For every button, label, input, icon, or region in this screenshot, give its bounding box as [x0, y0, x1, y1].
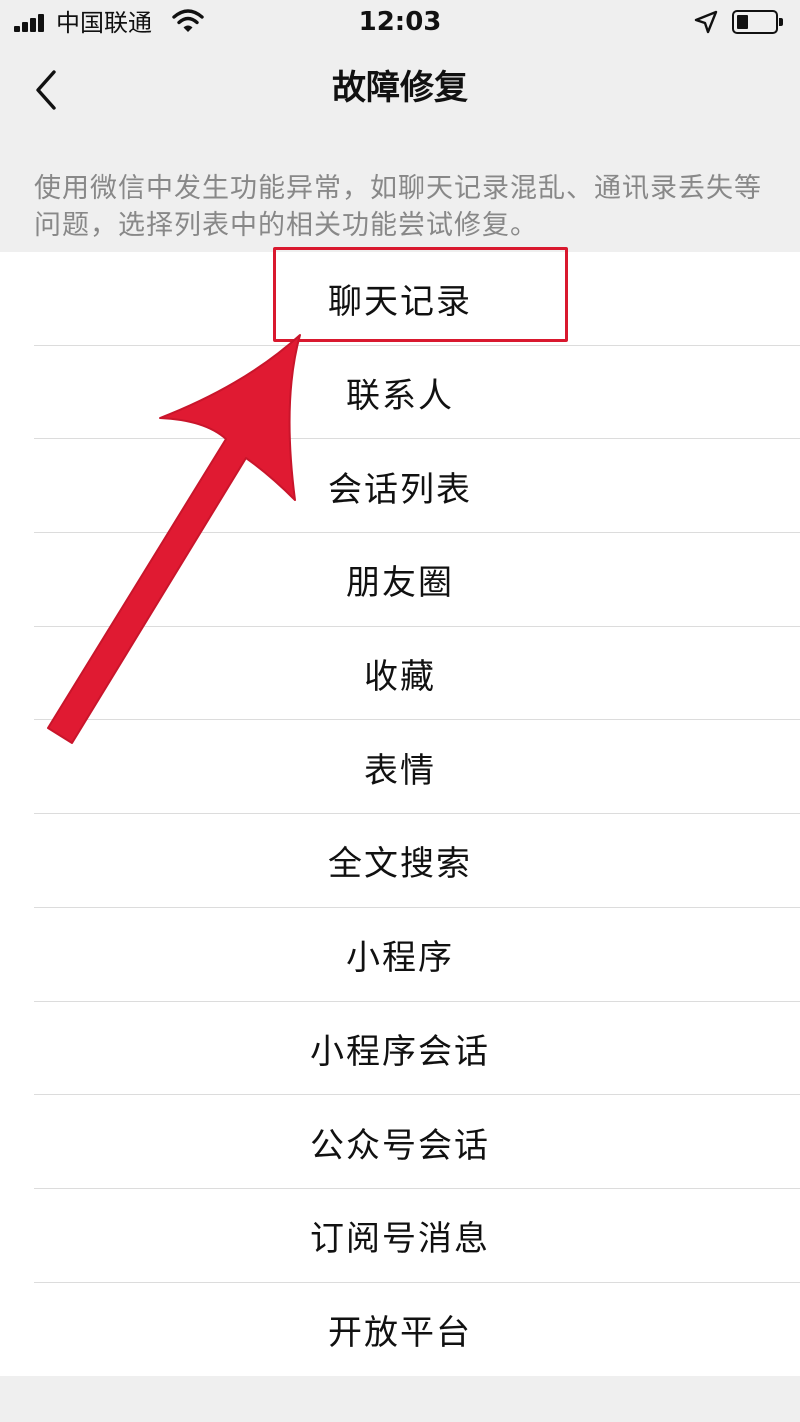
list-item-chat-history[interactable]: 聊天记录: [0, 252, 800, 346]
battery-icon: [732, 10, 783, 34]
repair-options-list: 聊天记录 联系人 会话列表 朋友圈 收藏 表情 全文搜索 小程序 小程序会话 公…: [0, 252, 800, 1376]
list-item-moments[interactable]: 朋友圈: [0, 533, 800, 627]
list-item-stickers[interactable]: 表情: [0, 720, 800, 814]
list-item-favorites[interactable]: 收藏: [0, 627, 800, 721]
description-text: 使用微信中发生功能异常，如聊天记录混乱、通讯录丢失等问题，选择列表中的相关功能尝…: [34, 173, 762, 241]
list-item-subscription-messages[interactable]: 订阅号消息: [0, 1189, 800, 1283]
nav-bar: 故障修复: [0, 44, 800, 140]
bottom-spacer: [0, 1376, 800, 1422]
status-time: 12:03: [358, 7, 442, 37]
list-item-open-platform[interactable]: 开放平台: [0, 1283, 800, 1377]
status-bar: 中国联通 12:03: [0, 0, 800, 44]
list-item-contacts[interactable]: 联系人: [0, 346, 800, 440]
list-item-full-text-search[interactable]: 全文搜索: [0, 814, 800, 908]
list-item-official-account-chats[interactable]: 公众号会话: [0, 1095, 800, 1189]
location-icon: [694, 10, 718, 34]
list-item-conversation-list[interactable]: 会话列表: [0, 439, 800, 533]
list-item-mini-program-chats[interactable]: 小程序会话: [0, 1002, 800, 1096]
list-item-mini-programs[interactable]: 小程序: [0, 908, 800, 1002]
page-title: 故障修复: [332, 68, 468, 108]
